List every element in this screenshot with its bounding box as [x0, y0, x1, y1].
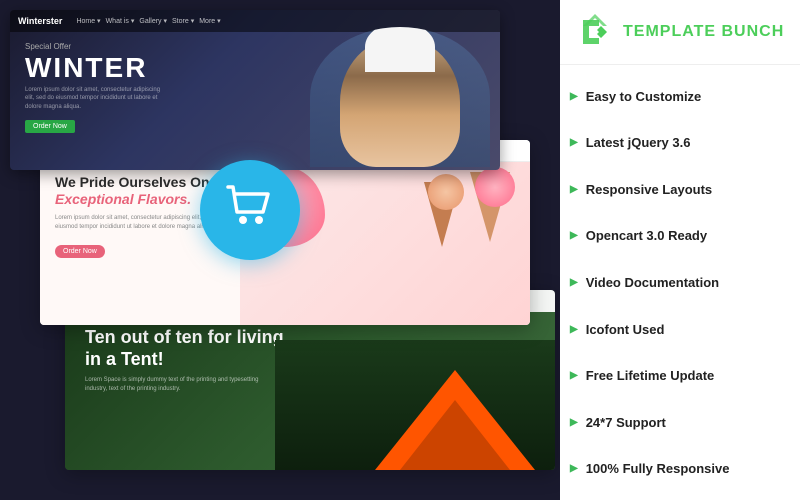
- tent-inner: [400, 400, 510, 470]
- winter-hero: Special Offer WINTER Lorem ipsum dolor s…: [10, 32, 500, 143]
- icecream-btn[interactable]: Order Now: [55, 245, 105, 258]
- left-panel: Winterster Home ▾ What is ▾ Gallery ▾ St…: [0, 0, 560, 500]
- icecream-cone1-scoop: [475, 167, 515, 207]
- person-silhouette: [340, 37, 460, 167]
- winter-nav-links: Home ▾ What is ▾ Gallery ▾ Store ▾ More …: [76, 17, 220, 25]
- feature-label-7: Free Lifetime Update: [586, 368, 715, 383]
- winter-nav-gallery: Gallery ▾: [139, 17, 167, 25]
- winter-hero-image: [310, 27, 490, 167]
- tb-brand-text: TEMPLATE BUNCH: [623, 24, 784, 40]
- icecream-cone2-scoop: [428, 174, 464, 210]
- winter-template: Winterster Home ▾ What is ▾ Gallery ▾ St…: [10, 10, 500, 170]
- feature-arrow-9: ▶: [570, 463, 578, 474]
- feature-arrow-8: ▶: [570, 417, 578, 428]
- feature-label-1: Easy to Customize: [586, 89, 702, 104]
- feature-item-video: ▶ Video Documentation: [570, 270, 790, 295]
- feature-label-2: Latest jQuery 3.6: [586, 135, 691, 150]
- feature-item-jquery: ▶ Latest jQuery 3.6: [570, 130, 790, 155]
- winter-desc: Lorem ipsum dolor sit amet, consectetur …: [25, 86, 165, 111]
- feature-label-3: Responsive Layouts: [586, 182, 712, 197]
- tb-brand-template: TEMPLATE: [623, 23, 721, 40]
- features-list: ▶ Easy to Customize ▶ Latest jQuery 3.6 …: [560, 65, 800, 500]
- winter-nav-store: Store ▾: [172, 17, 194, 25]
- feature-label-6: Icofont Used: [586, 322, 665, 337]
- right-panel: TEMPLATE BUNCH ▶ Easy to Customize ▶ Lat…: [560, 0, 800, 500]
- feature-arrow-5: ▶: [570, 277, 578, 288]
- feature-label-4: Opencart 3.0 Ready: [586, 228, 707, 243]
- winter-navbar: Winterster Home ▾ What is ▾ Gallery ▾ St…: [10, 10, 500, 32]
- icecream-tagline-line1: We Pride Ourselves On: [55, 174, 210, 190]
- winter-nav-home: Home ▾: [76, 17, 100, 25]
- feature-arrow-2: ▶: [570, 137, 578, 148]
- person-hat: [365, 27, 435, 72]
- tb-brand-bunch: BUNCH: [721, 23, 784, 40]
- winter-logo: Winterster: [18, 16, 62, 26]
- feature-item-fullresponsive: ▶ 100% Fully Responsive: [570, 456, 790, 481]
- feature-item-customize: ▶ Easy to Customize: [570, 84, 790, 109]
- tent-scene: [275, 340, 555, 470]
- winter-nav-whatis: What is ▾: [106, 17, 135, 25]
- feature-label-5: Video Documentation: [586, 275, 719, 290]
- tent-hero: Ten out of ten for living in a Tent! Lor…: [65, 312, 555, 470]
- icecream-tagline-line2: Exceptional Flavors.: [55, 191, 191, 207]
- feature-item-responsive: ▶ Responsive Layouts: [570, 177, 790, 202]
- winter-nav-more: More ▾: [199, 17, 220, 25]
- feature-item-lifetime: ▶ Free Lifetime Update: [570, 363, 790, 388]
- feature-arrow-6: ▶: [570, 324, 578, 335]
- cart-icon: [225, 184, 275, 236]
- templatebunch-logo: [575, 12, 615, 52]
- feature-label-9: 100% Fully Responsive: [586, 461, 730, 476]
- feature-arrow-7: ▶: [570, 370, 578, 381]
- cart-overlay: [200, 160, 300, 260]
- feature-label-8: 24*7 Support: [586, 415, 666, 430]
- tent-desc: Lorem Space is simply dummy text of the …: [85, 376, 265, 394]
- feature-arrow-3: ▶: [570, 184, 578, 195]
- feature-arrow-1: ▶: [570, 91, 578, 102]
- tent-title: Ten out of ten for living in a Tent!: [85, 327, 285, 370]
- tb-header: TEMPLATE BUNCH: [560, 0, 800, 65]
- tb-brand: TEMPLATE BUNCH: [623, 24, 784, 40]
- feature-item-opencart: ▶ Opencart 3.0 Ready: [570, 223, 790, 248]
- winter-btn[interactable]: Order Now: [25, 120, 75, 133]
- feature-item-support: ▶ 24*7 Support: [570, 410, 790, 435]
- feature-arrow-4: ▶: [570, 230, 578, 241]
- feature-item-icofont: ▶ Icofont Used: [570, 317, 790, 342]
